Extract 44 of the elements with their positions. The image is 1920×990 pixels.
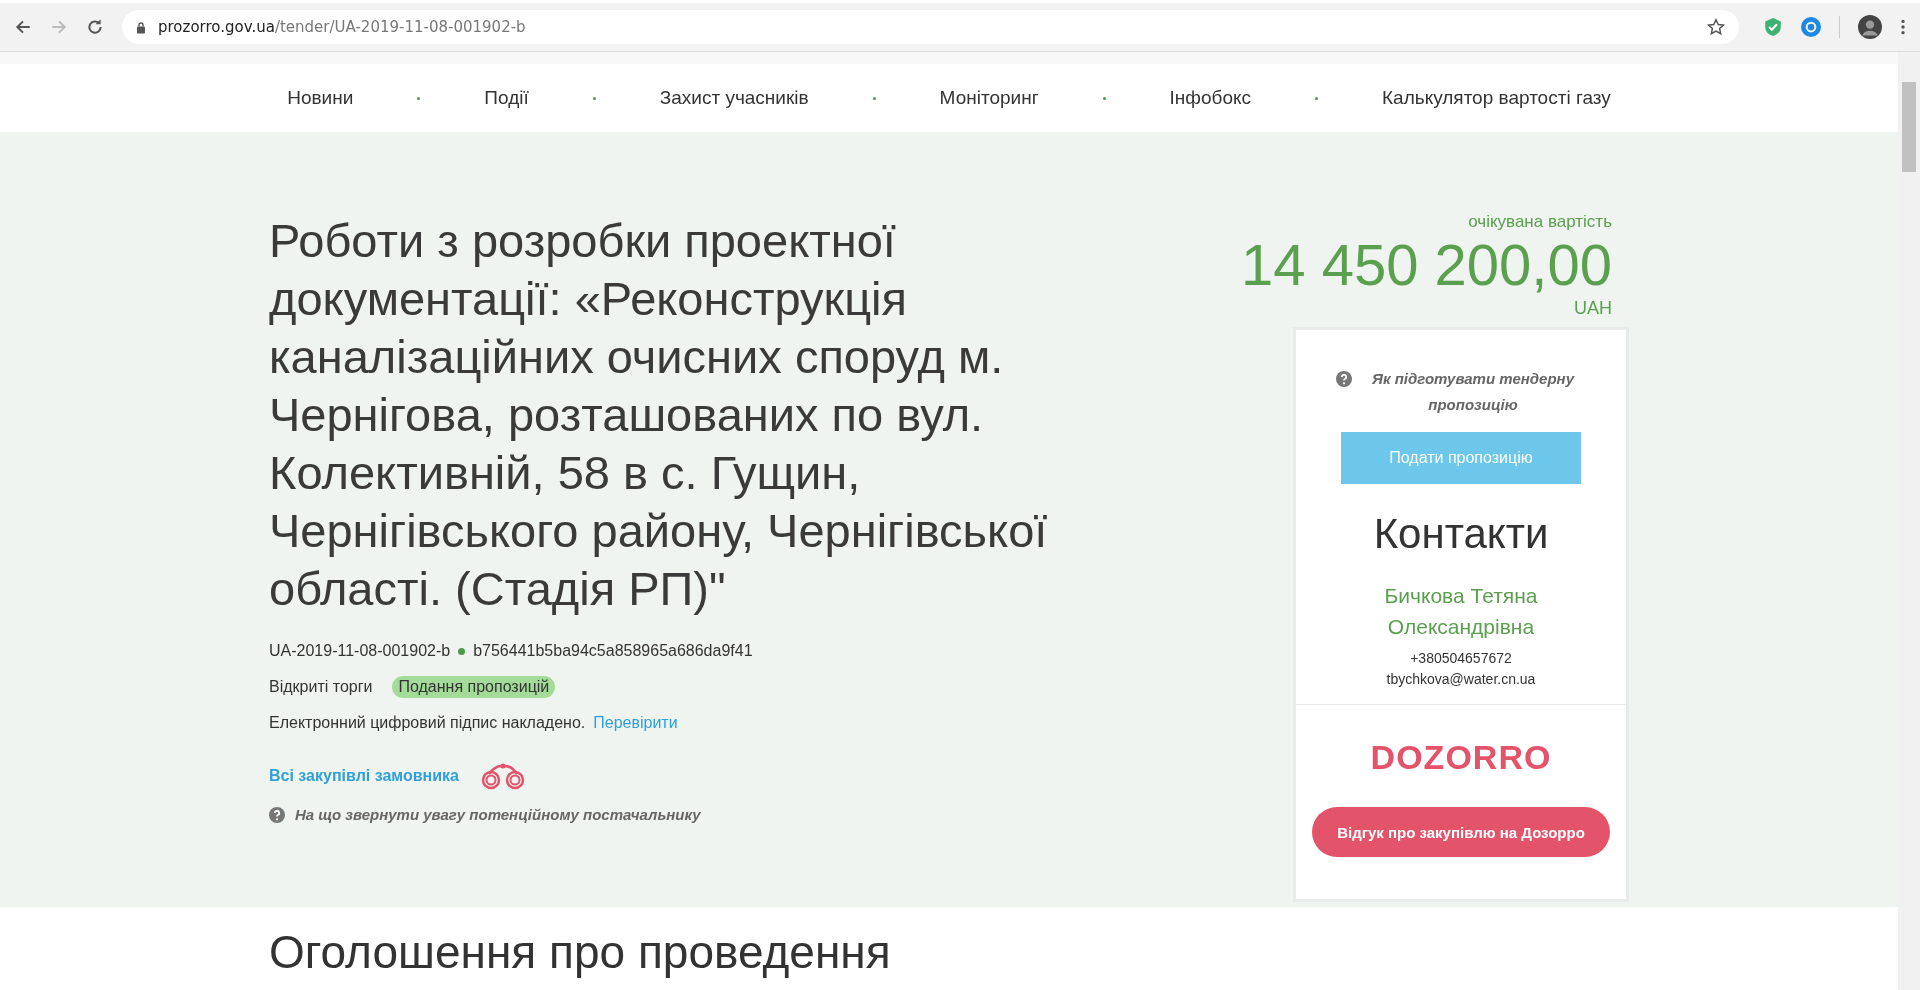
separator-dot bbox=[417, 96, 421, 100]
nav-link[interactable]: Новини bbox=[287, 87, 354, 109]
back-arrow-icon[interactable] bbox=[14, 18, 32, 36]
contact-name: Бичкова Тетяна Олександрівна bbox=[1383, 583, 1539, 640]
extension-icon[interactable] bbox=[1801, 17, 1821, 37]
signature-text: Електронний цифровий підпис накладено. bbox=[269, 714, 586, 732]
separator-dot bbox=[458, 647, 466, 655]
tender-hash: b756441b5ba94c5a858965a686da9f41 bbox=[473, 642, 753, 660]
tender-title: Роботи з розробки проектної документації: «Реконструкція каналізаційних очисних споруд м. Чернігова, розташованих по вул. Колективній, 58 в с. Гущин, Чернігівського району, Чернігівської області. (Стадія РП)" bbox=[269, 213, 1049, 617]
scrollbar[interactable] bbox=[1898, 52, 1920, 990]
tender-id: UA-2019-11-08-001902-b bbox=[269, 642, 451, 660]
star-icon[interactable] bbox=[1707, 18, 1725, 36]
separator-dot bbox=[592, 96, 596, 100]
binoculars-icon[interactable] bbox=[480, 762, 525, 790]
reload-icon[interactable] bbox=[86, 18, 104, 36]
section-heading: Оголошення про проведення bbox=[269, 925, 892, 979]
contact-email: tbychkova@water.cn.ua bbox=[1386, 670, 1536, 689]
status-badge: Подання пропозицій bbox=[392, 676, 556, 698]
expected-value-label: очікувана вартість bbox=[1468, 212, 1612, 232]
menu-icon[interactable] bbox=[1900, 18, 1906, 36]
dozorro-logo: DOZORRO bbox=[1370, 737, 1552, 777]
contact-phone: +380504657672 bbox=[1410, 649, 1512, 668]
separator-dot bbox=[872, 96, 876, 100]
lock-icon bbox=[136, 20, 146, 34]
url-text: prozorro.gov.ua/tender/UA-2019-11-08-001902-b bbox=[158, 18, 527, 36]
feedback-button[interactable]: Відгук про закупівлю на Дозорро bbox=[1312, 807, 1610, 857]
question-icon bbox=[1336, 371, 1352, 387]
separator-dot bbox=[1102, 96, 1106, 100]
nav-link[interactable]: Захист учасників bbox=[659, 87, 809, 109]
bid-guide-link[interactable]: Як підготувати тендерну пропозицію bbox=[1360, 366, 1586, 418]
contacts-heading: Контакти bbox=[1373, 510, 1549, 558]
separator-dot bbox=[1315, 96, 1319, 100]
question-icon bbox=[269, 806, 285, 823]
nav-link[interactable]: Інфобокс bbox=[1169, 87, 1252, 109]
nav-link[interactable]: Калькулятор вартості газу bbox=[1382, 87, 1611, 109]
procedure-type: Відкриті торги bbox=[269, 678, 373, 696]
nav-link[interactable]: Моніторинг bbox=[939, 87, 1039, 109]
address-bar[interactable]: prozorro.gov.ua/tender/UA-2019-11-08-001902-b bbox=[122, 10, 1739, 44]
avatar-icon[interactable] bbox=[1858, 15, 1882, 39]
shield-icon[interactable] bbox=[1763, 17, 1783, 37]
nav-link[interactable]: Події bbox=[484, 87, 529, 109]
expected-value-amount: 14 450 200,00 bbox=[1241, 232, 1612, 298]
supplier-hint-link[interactable]: На що звернути увагу потенційному постачальнику bbox=[295, 806, 701, 823]
currency-label: UAH bbox=[1574, 298, 1612, 319]
